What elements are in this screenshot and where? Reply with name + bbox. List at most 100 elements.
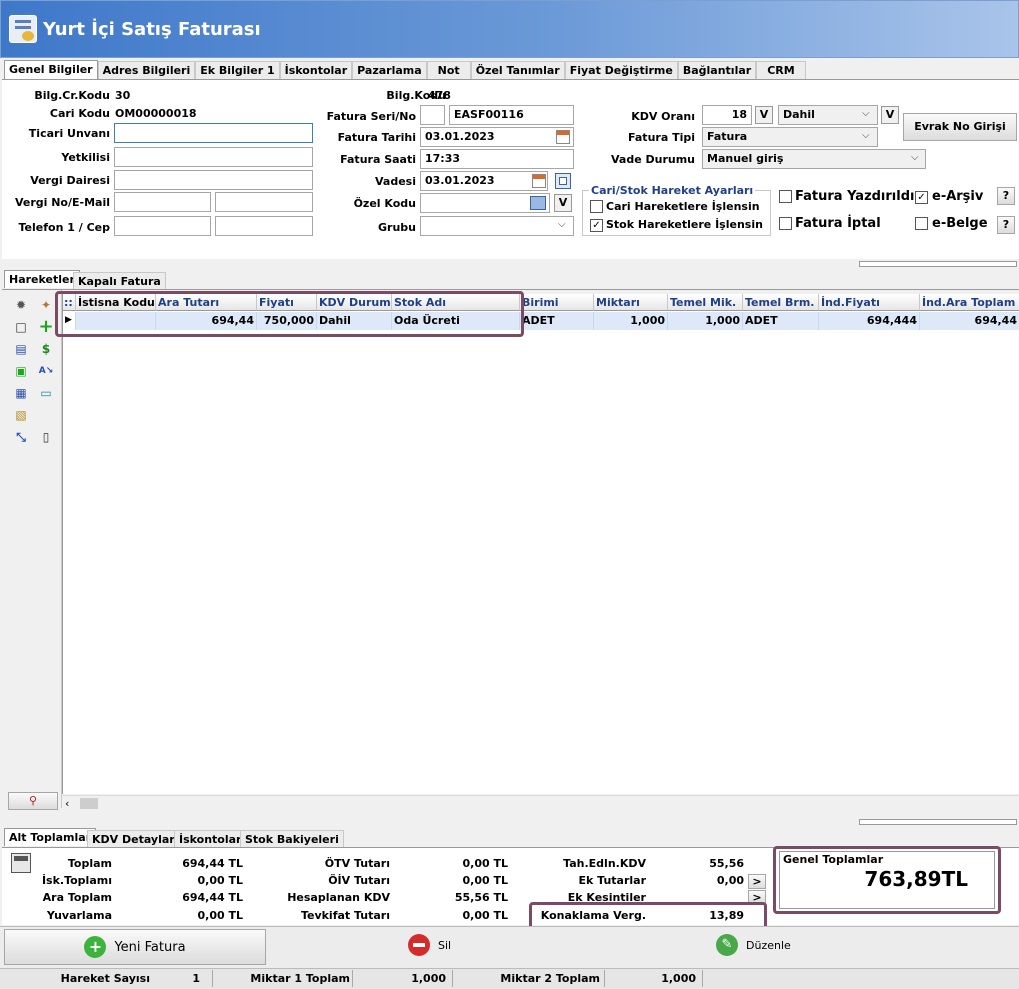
grid-header-birimi[interactable]: Birimi (520, 294, 594, 311)
telefon-input[interactable] (114, 216, 211, 236)
ek-tutarlar-button[interactable]: > (748, 874, 766, 889)
grid-header-ind-fiyati[interactable]: İnd.Fiyatı (819, 294, 920, 311)
calculator-icon[interactable]: ▭ (38, 385, 54, 401)
tab-alt-toplamlar[interactable]: Alt Toplamlar (4, 828, 97, 846)
e-belge-label: e-Belge (932, 216, 988, 231)
fatura-saati-label: Fatura Saati (340, 153, 416, 166)
tab-pazarlama[interactable]: Pazarlama (352, 61, 427, 79)
kdv-orani-v-button[interactable]: V (755, 106, 773, 124)
tab-crm[interactable]: CRM (756, 61, 806, 79)
miktar1-value: 1,000 (411, 972, 446, 985)
yeni-fatura-button[interactable]: + Yeni Fatura (4, 929, 266, 965)
tab-kapali-fatura[interactable]: Kapalı Fatura (73, 272, 166, 289)
search-icon[interactable]: ⚲ (8, 792, 58, 810)
miktar1-label: Miktar 1 Toplam (250, 972, 350, 985)
grid-header-miktari[interactable]: Miktarı (594, 294, 668, 311)
vergi-no-input[interactable] (114, 192, 211, 212)
cell-miktari[interactable]: 1,000 (594, 312, 668, 330)
fatura-tarihi-value: 03.01.2023 (425, 130, 495, 143)
evrak-no-girisi-button[interactable]: Evrak No Girişi (903, 113, 1017, 141)
ara-toplam-value: 694,44 TL (182, 891, 243, 904)
report-icon[interactable]: ▧ (13, 407, 29, 423)
vade-durumu-select[interactable]: Manuel giriş (702, 149, 926, 169)
replace-icon[interactable]: A↘ (38, 363, 54, 379)
fatura-saati-input[interactable]: 17:33 (420, 149, 574, 169)
delete-icon (408, 934, 430, 956)
stok-hareket-checkbox[interactable]: ✓ (590, 218, 603, 232)
ozel-kodu-v-button[interactable]: V (554, 194, 572, 212)
tab-adres-bilgileri[interactable]: Adres Bilgileri (97, 61, 196, 79)
tab-baglantilar[interactable]: Bağlantılar (677, 61, 757, 79)
ticari-unvani-input[interactable] (114, 123, 313, 143)
dollar-icon[interactable]: $ (38, 341, 54, 357)
settings-icon[interactable]: ✹ (13, 297, 29, 313)
e-arsiv-label: e-Arşiv (932, 189, 984, 204)
tab-not[interactable]: Not (426, 61, 471, 79)
tab-ek-bilgiler[interactable]: Ek Bilgiler 1 (195, 61, 280, 79)
fatura-seri-input[interactable] (420, 105, 445, 125)
e-belge-help-button[interactable]: ? (997, 216, 1015, 234)
fatura-yazdirildi-checkbox[interactable] (779, 190, 792, 206)
tab-hareketler[interactable]: Hareketler (4, 270, 80, 288)
new-document-icon[interactable]: □ (13, 319, 29, 335)
splitter-handle[interactable] (859, 261, 1017, 267)
vadesi-label: Vadesi (375, 175, 416, 188)
yetkilisi-input[interactable] (114, 147, 313, 167)
add-icon[interactable]: + (38, 318, 54, 336)
duzenle-button[interactable]: ✎ Düzenle (716, 934, 791, 956)
document-list-icon[interactable]: ▤ (13, 341, 29, 357)
fatura-iptal-checkbox[interactable] (779, 217, 792, 233)
sil-button[interactable]: Sil (408, 934, 451, 956)
link-icon[interactable]: ⤡ (13, 429, 29, 445)
tab-iskontolar[interactable]: İskontolar (279, 61, 353, 79)
grid-header-temel-brm[interactable]: Temel Brm. (743, 294, 819, 311)
vergi-dairesi-input[interactable] (114, 170, 313, 190)
lookup-icon[interactable] (530, 196, 546, 210)
vadesi-input[interactable]: 03.01.2023 (420, 171, 548, 191)
calendar-icon[interactable] (556, 130, 570, 144)
divider (702, 970, 703, 987)
grid-header-ind-ara-toplam[interactable]: İnd.Ara Toplam (920, 294, 1019, 311)
tab-kdv-detaylari[interactable]: KDV Detayları (87, 830, 184, 847)
e-belge-checkbox[interactable] (915, 217, 928, 233)
stack-icon[interactable]: ▦ (13, 385, 29, 401)
yuvarlama-label: Yuvarlama (46, 909, 112, 922)
grubu-select[interactable] (420, 216, 574, 236)
cell-ind-fiyati[interactable]: 694,444 (819, 312, 920, 330)
tab-stok-bakiyeleri[interactable]: Stok Bakiyeleri (240, 830, 344, 847)
fatura-iptal-label: Fatura İptal (795, 216, 881, 231)
page-icon[interactable]: ▯ (38, 429, 54, 445)
check-icon: ✓ (590, 219, 603, 232)
cari-hareket-checkbox[interactable] (590, 200, 603, 216)
fatura-tarihi-input[interactable]: 03.01.2023 (420, 127, 574, 147)
cell-birimi[interactable]: ADET (520, 312, 594, 330)
scroll-thumb[interactable] (80, 798, 98, 809)
cell-temel-brm[interactable]: ADET (743, 312, 819, 330)
grid-header-temel-mik[interactable]: Temel Mik. (668, 294, 743, 311)
add-row-icon[interactable]: ▣ (13, 363, 29, 379)
tab-genel-bilgiler[interactable]: Genel Bilgiler (4, 60, 98, 80)
e-arsiv-help-button[interactable]: ? (997, 187, 1015, 205)
kdv-orani-input[interactable]: 18 (702, 105, 752, 125)
calendar-grid-icon[interactable] (555, 173, 571, 189)
hareket-sayisi-label: Hareket Sayısı (60, 972, 150, 985)
bilg-cr-kodu-label: Bilg.Cr.Kodu (34, 89, 110, 102)
kdv-tip-v-button[interactable]: V (881, 106, 899, 124)
tab-iskontolar-bottom[interactable]: İskontolar (174, 830, 247, 847)
check-icon: ✓ (915, 191, 928, 204)
fatura-no-input[interactable]: EASF00116 (449, 105, 574, 125)
calendar-icon[interactable] (532, 174, 546, 188)
email-input[interactable] (215, 192, 313, 212)
tab-fiyat-degistirme[interactable]: Fiyat Değiştirme (564, 61, 678, 79)
splitter-handle[interactable] (859, 819, 1017, 825)
scroll-left-icon[interactable]: ‹ (65, 797, 69, 810)
cell-temel-mik[interactable]: 1,000 (668, 312, 743, 330)
cell-ind-ara-toplam[interactable]: 694,44 (920, 312, 1019, 330)
e-arsiv-checkbox[interactable]: ✓ (915, 190, 928, 204)
tab-ozel-tanimlar[interactable]: Özel Tanımlar (470, 61, 565, 79)
calculator-icon[interactable] (11, 853, 31, 873)
fatura-tipi-select[interactable]: Fatura (702, 127, 878, 147)
cep-input[interactable] (215, 216, 313, 236)
people-icon[interactable]: ✦ (38, 297, 54, 313)
horizontal-scrollbar[interactable]: ‹ (62, 795, 1019, 811)
